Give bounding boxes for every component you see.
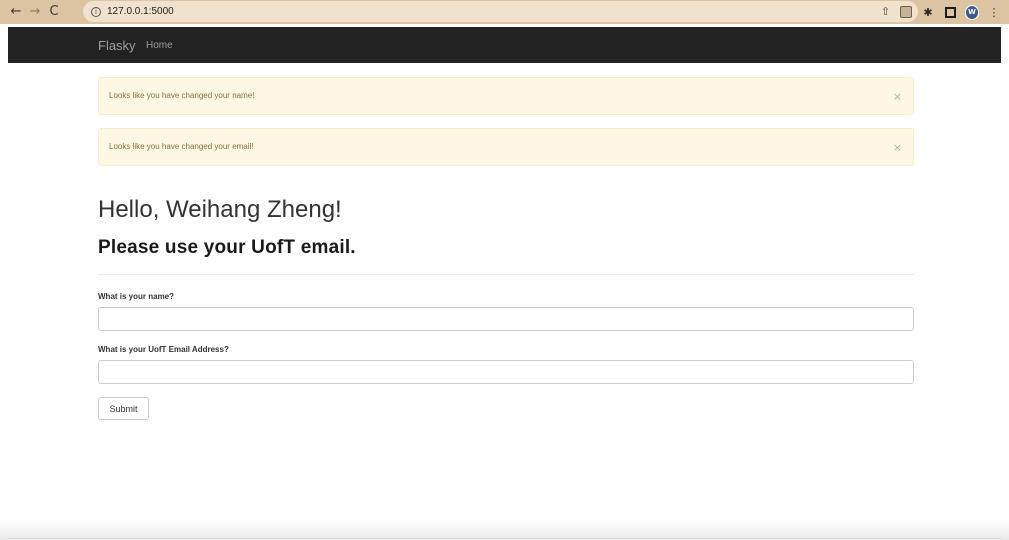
- flash-alert-email: Looks like you have changed your email! …: [98, 128, 914, 166]
- puzzle-extensions-icon[interactable]: ✱: [921, 5, 935, 19]
- reload-icon[interactable]: C: [46, 4, 62, 20]
- menu-kebab-icon[interactable]: ⋮: [987, 5, 1001, 19]
- page-title: Hello, Weihang Zheng!: [98, 196, 342, 223]
- page-subtitle: Please use your UofT email.: [98, 237, 356, 258]
- url-text[interactable]: 127.0.0.1:5000: [107, 6, 174, 17]
- site-info-icon[interactable]: i: [91, 6, 101, 17]
- header-divider: [98, 274, 914, 275]
- top-navbar: Flasky Home: [8, 27, 1001, 63]
- forward-icon[interactable]: →: [27, 4, 43, 20]
- address-bar[interactable]: i 127.0.0.1:5000 ⇧ ☆: [83, 1, 918, 22]
- side-panel-icon[interactable]: [943, 5, 957, 19]
- avatar-letter: W: [965, 4, 979, 20]
- back-icon[interactable]: ←: [8, 4, 24, 20]
- share-icon[interactable]: ⇧: [881, 5, 890, 18]
- profile-avatar[interactable]: W: [965, 4, 979, 20]
- name-field-label: What is your name?: [98, 292, 175, 301]
- name-input[interactable]: [98, 307, 914, 331]
- browser-toolbar: ← → C i 127.0.0.1:5000 ⇧ ☆ ✱ W ⋮: [0, 0, 1009, 24]
- email-field-label: What is your UofT Email Address?: [98, 345, 229, 354]
- window-bottom-edge: [0, 520, 1009, 540]
- close-icon[interactable]: ×: [893, 90, 902, 103]
- close-icon[interactable]: ×: [893, 141, 902, 154]
- submit-button[interactable]: Submit: [98, 397, 149, 420]
- alert-message: Looks like you have changed your name!: [109, 91, 255, 100]
- window-bottom-border: [8, 538, 1001, 539]
- navbar-brand[interactable]: Flasky: [98, 38, 136, 53]
- email-input[interactable]: [98, 360, 914, 384]
- extension-icon[interactable]: [899, 5, 913, 19]
- nav-link-home[interactable]: Home: [146, 40, 173, 51]
- flash-alert-name: Looks like you have changed your name! ×: [98, 77, 914, 115]
- alert-message: Looks like you have changed your email!: [109, 142, 254, 151]
